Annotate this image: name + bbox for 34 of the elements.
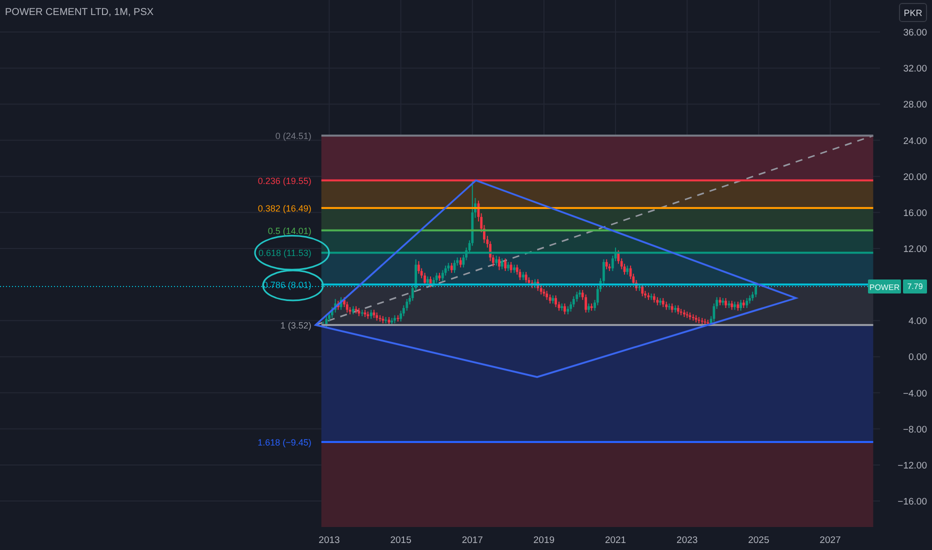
fib-level-label: 1 (3.52)	[280, 320, 312, 330]
price-axis-label: −12.00	[898, 460, 927, 472]
price-axis-label: −4.00	[902, 388, 927, 400]
chart-title: POWER CEMENT LTD, 1M, PSX	[5, 7, 154, 18]
fib-level-label: 0 (24.51)	[275, 131, 312, 142]
fib-level-label: 0.236 (19.55)	[258, 176, 312, 186]
symbol-tag: POWER	[868, 279, 901, 294]
ref-line-label: 7.79	[907, 282, 924, 291]
fib-level-label: 1.618 (−9.45)	[258, 437, 312, 448]
price-axis-label: 4.00	[908, 316, 927, 328]
currency-button[interactable]: PKR	[899, 3, 927, 22]
price-tag: 7.79	[903, 279, 927, 294]
price-axis-label: 36.00	[903, 28, 927, 39]
time-axis-label: 2015	[390, 535, 412, 546]
time-axis-label: 2027	[820, 535, 841, 546]
fib-level-label: 0.382 (16.49)	[258, 203, 312, 214]
circle-annotation	[262, 270, 324, 302]
time-axis-label: 2025	[748, 535, 770, 546]
price-axis-label: 32.00	[903, 64, 927, 75]
price-axis-label: 28.00	[903, 100, 927, 111]
time-axis-label: 2019	[533, 535, 555, 546]
time-axis-label: 2021	[604, 535, 626, 546]
price-axis-label: 0.00	[908, 352, 927, 364]
fib-level-label: 0.5 (14.01)	[268, 226, 312, 236]
price-axis-label: 16.00	[903, 208, 927, 219]
time-axis-label: 2023	[676, 535, 698, 546]
fib-level-label: 0.618 (11.53)	[258, 248, 312, 258]
price-axis-label: 20.00	[903, 172, 927, 183]
time-axis-label: 2013	[318, 535, 340, 546]
price-axis-label: 24.00	[903, 136, 927, 147]
time-axis-label: 2017	[462, 535, 483, 546]
price-axis-label: 12.00	[903, 244, 927, 255]
price-axis-label: −16.00	[898, 496, 927, 508]
price-axis-label: −8.00	[902, 424, 927, 436]
